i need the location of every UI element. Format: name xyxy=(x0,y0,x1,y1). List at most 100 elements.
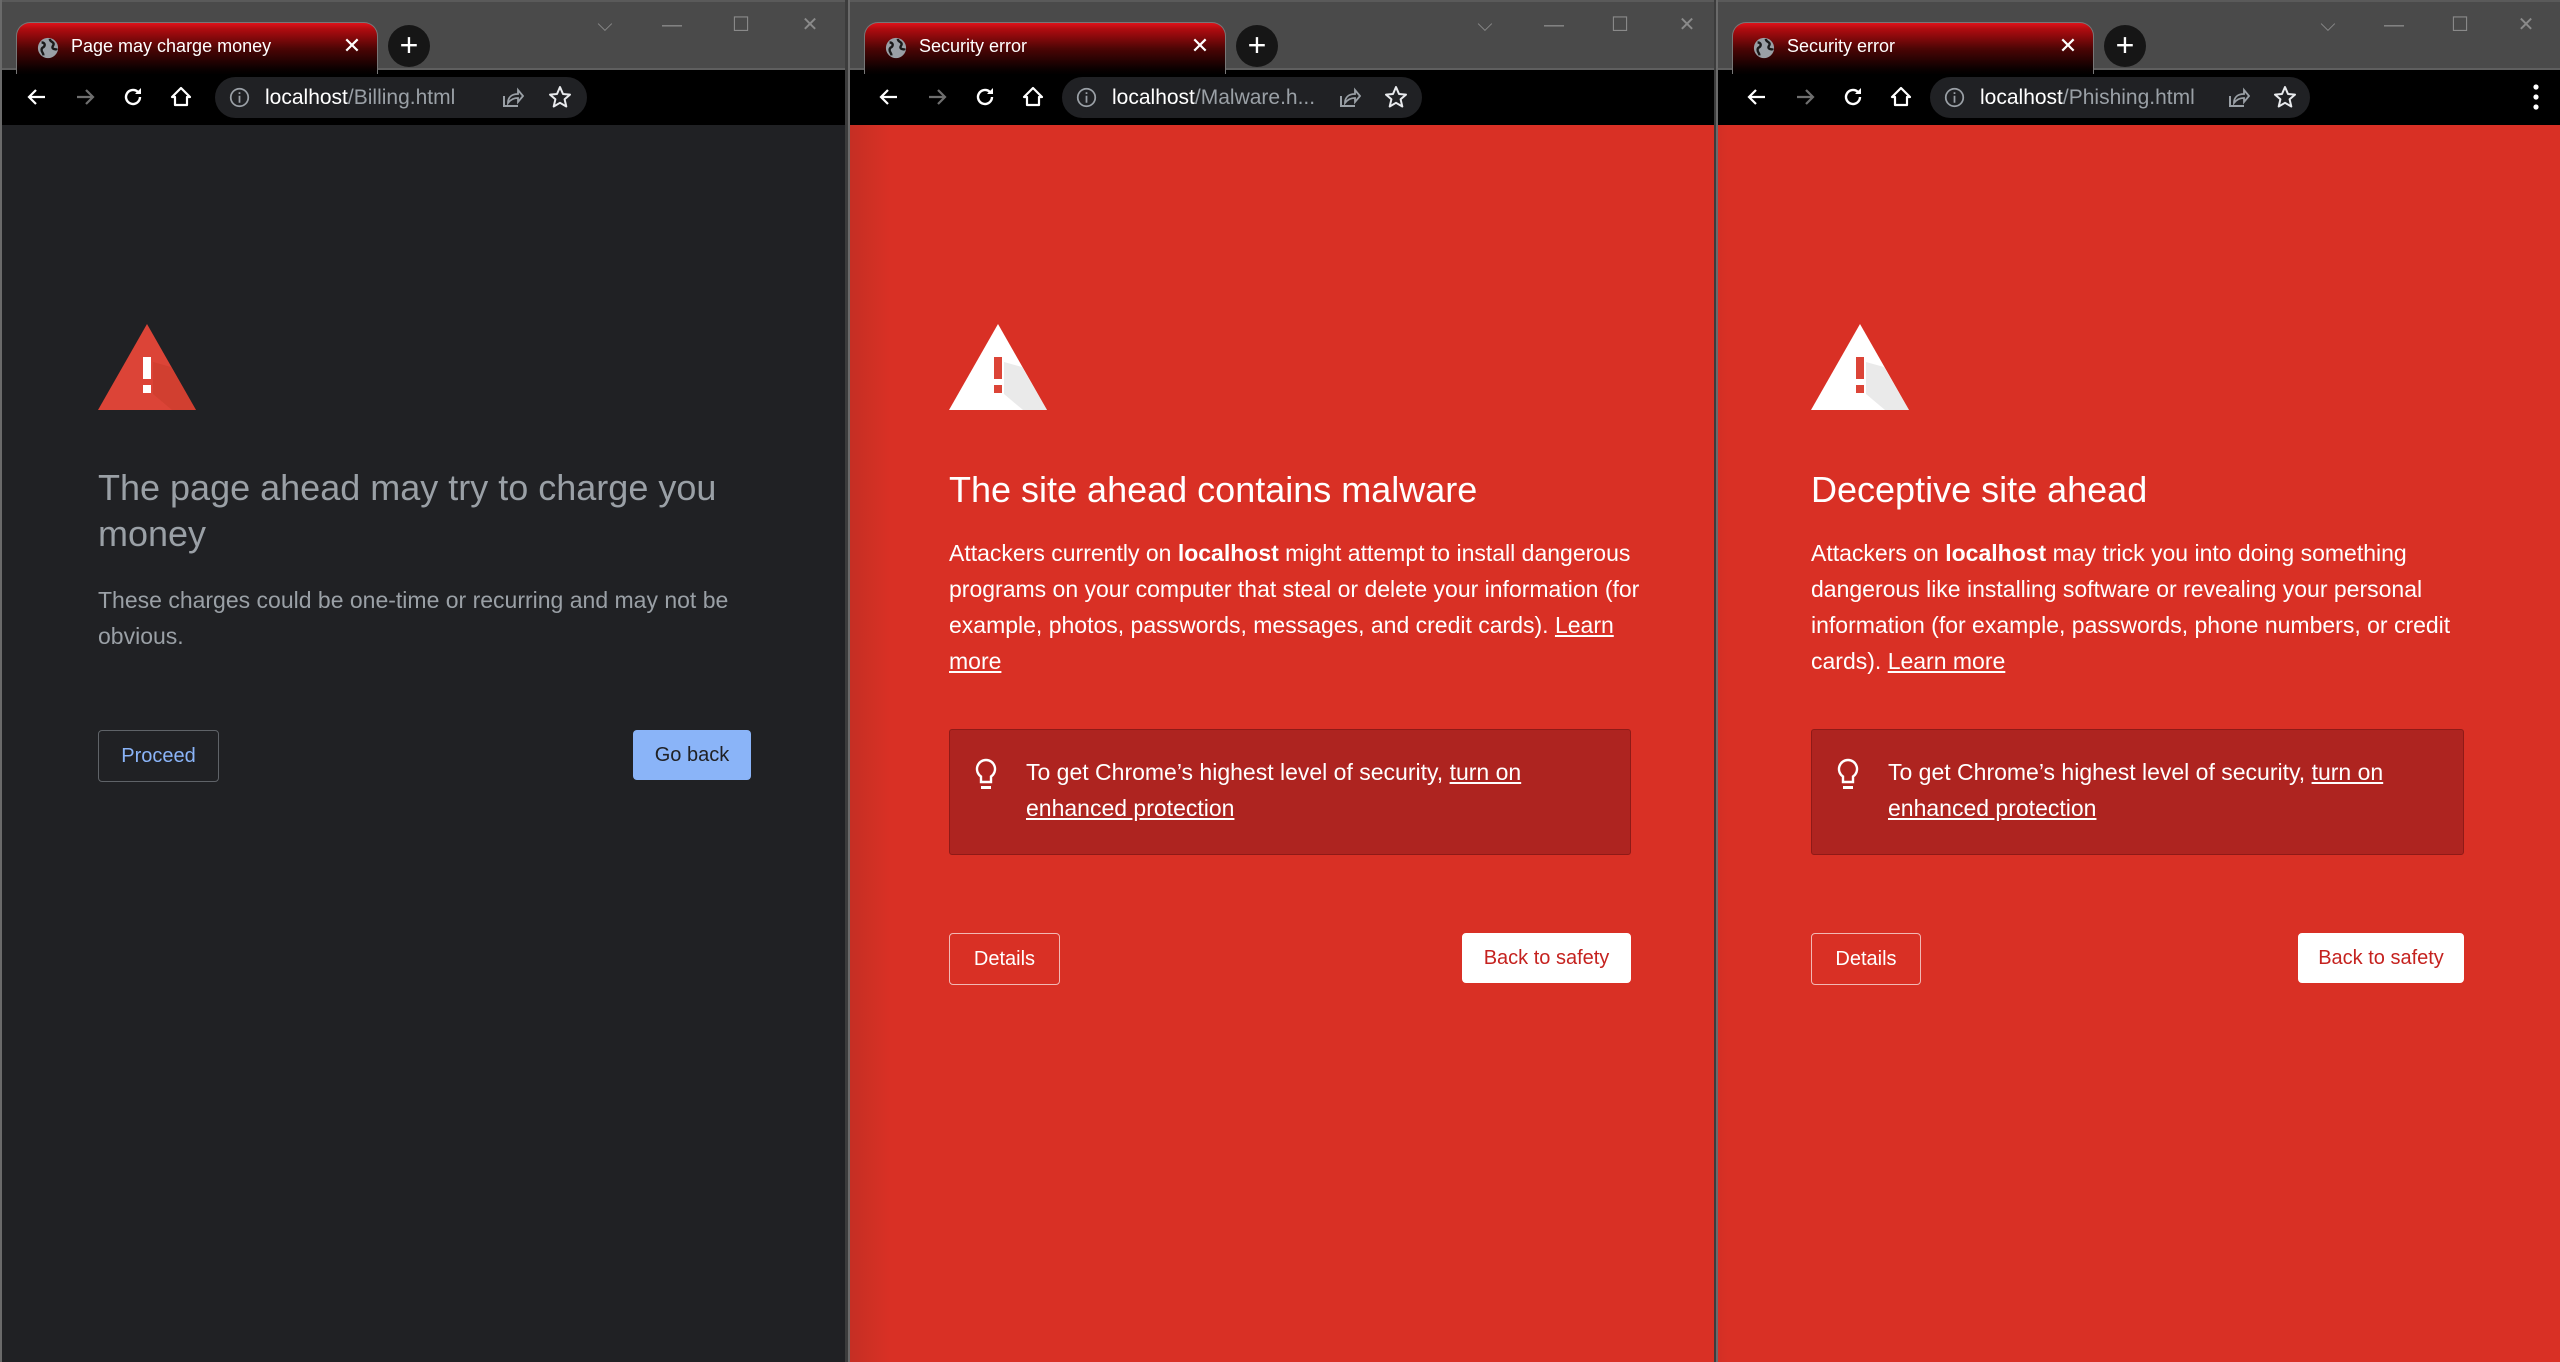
toolbar: localhost/Billing.html xyxy=(2,70,845,125)
page-description: These charges could be one-time or recur… xyxy=(98,587,729,649)
url-host: localhost xyxy=(265,86,348,109)
info-icon[interactable] xyxy=(229,87,250,108)
forward-button[interactable] xyxy=(1788,80,1822,114)
tab-close-button[interactable]: ✕ xyxy=(1189,33,1211,59)
close-window-button[interactable]: ✕ xyxy=(1669,10,1705,40)
home-button[interactable] xyxy=(1016,80,1050,114)
url-path: /Phishing.html xyxy=(2062,86,2195,109)
forward-button[interactable] xyxy=(920,80,954,114)
toolbar: localhost/Phishing.html xyxy=(1718,70,2560,125)
close-window-button[interactable]: ✕ xyxy=(2508,10,2544,40)
promo-text: To get Chrome’s highest level of securit… xyxy=(1026,754,1600,826)
tab-search-button[interactable]: ⌵ xyxy=(587,10,623,40)
details-button[interactable]: Details xyxy=(949,933,1060,985)
url-text[interactable]: localhost/Phishing.html xyxy=(1980,86,2195,110)
lightbulb-icon xyxy=(975,758,997,789)
more-menu-icon[interactable] xyxy=(2526,80,2546,114)
warning-triangle-icon xyxy=(949,324,1047,410)
site-name: localhost xyxy=(1945,540,2047,566)
tab-title: Page may charge money xyxy=(71,36,272,56)
minimize-button[interactable]: — xyxy=(654,10,690,40)
enhanced-protection-promo: To get Chrome’s highest level of securit… xyxy=(949,729,1631,855)
browser-window-billing: Page may charge money ✕ + ⌵ — ☐ ✕ localh… xyxy=(0,0,845,1362)
details-button[interactable]: Details xyxy=(1811,933,1921,985)
site-name: localhost xyxy=(1177,540,1279,566)
new-tab-button[interactable]: + xyxy=(1236,25,1278,67)
tab-search-button[interactable]: ⌵ xyxy=(1467,10,1503,40)
url-path: /Billing.html xyxy=(347,86,456,109)
maximize-button[interactable]: ☐ xyxy=(723,10,759,40)
globe-icon xyxy=(37,37,59,59)
reload-icon xyxy=(124,88,142,106)
arrow-left-icon xyxy=(27,89,45,105)
address-bar[interactable]: localhost/Phishing.html xyxy=(1930,77,2310,118)
address-bar[interactable]: localhost/Malware.h... xyxy=(1062,77,1422,118)
url-host: localhost xyxy=(1980,86,2063,109)
back-button[interactable] xyxy=(20,80,54,114)
back-button[interactable] xyxy=(872,80,906,114)
reload-button[interactable] xyxy=(1836,80,1870,114)
title-bar: Security error ✕ + ⌵ — ☐ ✕ xyxy=(1718,0,2560,74)
interstitial-page: Deceptive site ahead Attackers on localh… xyxy=(1718,125,2560,1362)
url-host: localhost xyxy=(1112,86,1195,109)
back-to-safety-button[interactable]: Back to safety xyxy=(2298,933,2464,983)
maximize-button[interactable]: ☐ xyxy=(2442,10,2478,40)
minimize-button[interactable]: — xyxy=(2376,10,2412,40)
star-icon[interactable] xyxy=(1384,85,1408,109)
learn-more-link[interactable]: Learn more xyxy=(1888,648,2006,674)
new-tab-button[interactable]: + xyxy=(2104,25,2146,67)
maximize-button[interactable]: ☐ xyxy=(1602,10,1638,40)
tab-security-error-phishing[interactable]: Security error ✕ xyxy=(1732,22,2094,74)
arrow-left-icon xyxy=(1747,89,1765,105)
interstitial-page: The site ahead contains malware Attacker… xyxy=(850,125,1714,1362)
star-icon[interactable] xyxy=(2273,85,2297,109)
proceed-button[interactable]: Proceed xyxy=(98,730,219,782)
browser-window-phishing: Security error ✕ + ⌵ — ☐ ✕ localhost/Phi… xyxy=(1716,0,2560,1362)
share-icon[interactable] xyxy=(500,86,524,110)
url-text[interactable]: localhost/Billing.html xyxy=(265,86,455,110)
title-bar: Page may charge money ✕ + ⌵ — ☐ ✕ xyxy=(2,0,845,74)
tab-close-button[interactable]: ✕ xyxy=(2057,33,2079,59)
address-bar[interactable]: localhost/Billing.html xyxy=(215,77,587,118)
tab-security-error-malware[interactable]: Security error ✕ xyxy=(864,22,1226,74)
share-icon[interactable] xyxy=(1337,86,1361,110)
url-path: /Malware.h... xyxy=(1194,86,1316,109)
promo-text: To get Chrome’s highest level of securit… xyxy=(1888,754,2433,826)
new-tab-button[interactable]: + xyxy=(388,25,430,67)
home-button[interactable] xyxy=(164,80,198,114)
tab-page-may-charge-money[interactable]: Page may charge money ✕ xyxy=(16,22,378,74)
url-text[interactable]: localhost/Malware.h... xyxy=(1112,86,1315,110)
info-icon[interactable] xyxy=(1944,87,1965,108)
tab-search-button[interactable]: ⌵ xyxy=(2310,10,2346,40)
arrow-right-icon xyxy=(77,89,95,105)
promo-prefix: To get Chrome’s highest level of securit… xyxy=(1026,759,1450,785)
info-icon[interactable] xyxy=(1076,87,1097,108)
warning-triangle-icon xyxy=(1811,324,1909,410)
forward-button[interactable] xyxy=(68,80,102,114)
page-heading: The site ahead contains malware xyxy=(949,469,1478,510)
back-to-safety-button[interactable]: Back to safety xyxy=(1462,933,1631,983)
lightbulb-icon xyxy=(1837,758,1859,789)
star-icon[interactable] xyxy=(548,85,572,109)
home-icon xyxy=(1022,86,1044,107)
home-button[interactable] xyxy=(1884,80,1918,114)
browser-window-malware: Security error ✕ + ⌵ — ☐ ✕ localhost/Mal… xyxy=(848,0,1714,1362)
tab-close-button[interactable]: ✕ xyxy=(341,33,363,59)
tab-title: Security error xyxy=(1787,36,1896,56)
globe-icon xyxy=(1753,37,1775,59)
home-icon xyxy=(170,86,192,107)
description-text: Attackers on xyxy=(1811,540,1946,566)
page-description: Attackers on localhost may trick you int… xyxy=(1811,535,2491,679)
minimize-button[interactable]: — xyxy=(1536,10,1572,40)
page-heading: Deceptive site ahead xyxy=(1811,469,2148,510)
home-icon xyxy=(1890,86,1912,107)
reload-button[interactable] xyxy=(116,80,150,114)
reload-button[interactable] xyxy=(968,80,1002,114)
back-button[interactable] xyxy=(1740,80,1774,114)
arrow-left-icon xyxy=(879,89,897,105)
description-text: Attackers currently on xyxy=(949,540,1178,566)
warning-triangle-icon xyxy=(98,324,196,410)
go-back-button[interactable]: Go back xyxy=(633,730,751,780)
close-window-button[interactable]: ✕ xyxy=(792,10,828,40)
share-icon[interactable] xyxy=(2226,86,2250,110)
